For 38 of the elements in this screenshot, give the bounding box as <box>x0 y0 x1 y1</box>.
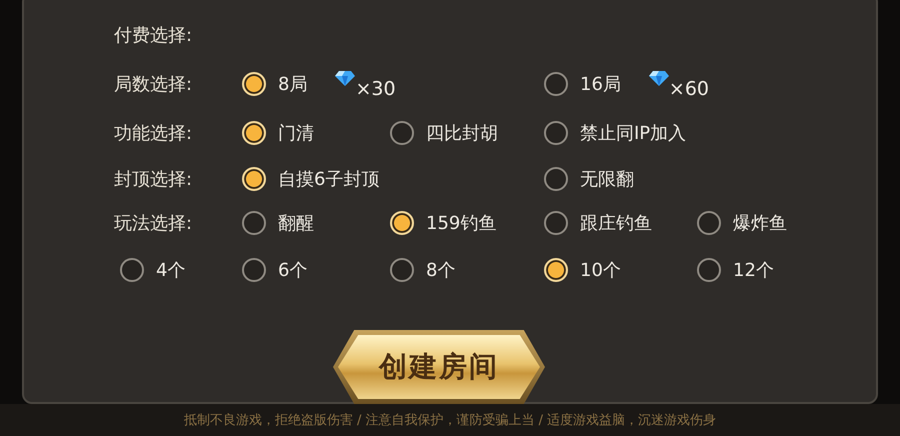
option-label[interactable]: 8局 <box>278 72 308 96</box>
row-label: 功能选择: <box>114 122 194 145</box>
row-label: 封顶选择: <box>114 168 194 191</box>
row-label: 局数选择: <box>114 73 194 96</box>
radio-button[interactable] <box>120 258 144 282</box>
radio-button[interactable] <box>544 121 568 145</box>
create-room-button[interactable]: 创建房间 <box>333 330 545 404</box>
option-label[interactable]: 16局 <box>580 72 621 96</box>
option-label[interactable]: 爆炸鱼 <box>733 211 787 235</box>
option-label[interactable]: 10个 <box>580 258 621 282</box>
option-label[interactable]: 159钓鱼 <box>426 211 496 235</box>
radio-button[interactable] <box>544 211 568 235</box>
option-label[interactable]: 禁止同IP加入 <box>580 121 686 145</box>
diamond-icon <box>335 70 356 86</box>
radio-button[interactable] <box>544 167 568 191</box>
option-label[interactable]: 门清 <box>278 121 314 145</box>
option-label[interactable]: 4个 <box>156 258 186 282</box>
footer-notice: 抵制不良游戏，拒绝盗版伤害 / 注意自我保护，谨防受骗上当 / 适度游戏益脑，沉迷游戏伤身 <box>184 412 716 429</box>
cost-label: ×60 <box>668 78 710 100</box>
option-label[interactable]: 无限翻 <box>580 167 634 191</box>
radio-button[interactable] <box>242 258 266 282</box>
option-label[interactable]: 跟庄钓鱼 <box>580 211 652 235</box>
row-label: 付费选择: <box>114 24 194 47</box>
radio-button[interactable] <box>242 211 266 235</box>
row-label: 玩法选择: <box>114 212 194 235</box>
radio-button[interactable] <box>697 211 721 235</box>
radio-button[interactable] <box>697 258 721 282</box>
cost-label: ×30 <box>355 78 396 100</box>
radio-button[interactable] <box>544 72 568 96</box>
option-label[interactable]: 四比封胡 <box>426 121 498 145</box>
option-label[interactable]: 6个 <box>278 258 308 282</box>
option-label[interactable]: 12个 <box>733 258 774 282</box>
option-label[interactable]: 自摸6子封顶 <box>278 167 380 191</box>
option-label[interactable]: 翻醒 <box>278 211 314 235</box>
radio-button[interactable] <box>390 121 414 145</box>
diamond-icon <box>648 70 669 86</box>
radio-button[interactable] <box>390 258 414 282</box>
option-label[interactable]: 8个 <box>426 258 456 282</box>
